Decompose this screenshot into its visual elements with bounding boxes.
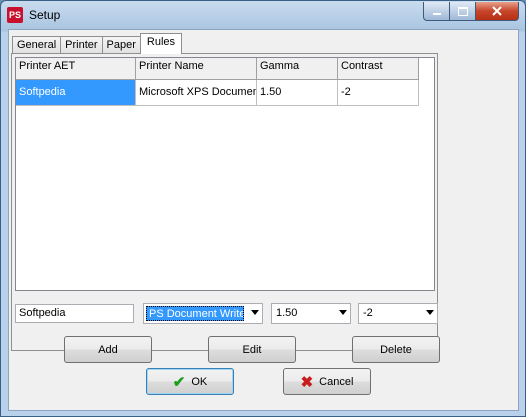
checkmark-icon: ✔ bbox=[172, 373, 186, 391]
chevron-down-icon bbox=[251, 310, 259, 315]
ok-button[interactable]: ✔ OK bbox=[146, 368, 234, 395]
ok-button-label: OK bbox=[191, 375, 208, 388]
chevron-down-icon bbox=[426, 310, 434, 315]
delete-button[interactable]: Delete bbox=[352, 336, 440, 363]
rules-grid[interactable]: Printer AET Printer Name Gamma Contrast … bbox=[15, 57, 435, 291]
maximize-icon bbox=[457, 6, 468, 16]
chevron-down-icon bbox=[339, 310, 347, 315]
setup-window: PS Setup General Printer Paper Rules Pri… bbox=[0, 0, 526, 417]
cancel-button[interactable]: ✖ Cancel bbox=[283, 368, 371, 395]
tab-paper[interactable]: Paper bbox=[101, 36, 141, 54]
cancel-button-label: Cancel bbox=[319, 375, 354, 388]
table-row[interactable]: Softpedia Microsoft XPS Document Writer … bbox=[16, 80, 434, 106]
cell-gamma[interactable]: 1.50 bbox=[257, 80, 338, 106]
cancel-x-icon: ✖ bbox=[300, 373, 314, 391]
cell-contrast[interactable]: -2 bbox=[338, 80, 419, 106]
cell-printer-name[interactable]: Microsoft XPS Document Writer bbox=[136, 80, 257, 106]
contrast-combo-value: -2 bbox=[363, 307, 373, 319]
cell-printer-aet[interactable]: Softpedia bbox=[16, 80, 136, 106]
tab-strip: General Printer Paper Rules bbox=[12, 33, 183, 54]
window-title: Setup bbox=[29, 8, 61, 22]
rules-panel: Printer AET Printer Name Gamma Contrast … bbox=[11, 53, 440, 363]
tab-printer[interactable]: Printer bbox=[60, 36, 103, 54]
column-header-gamma[interactable]: Gamma bbox=[257, 58, 338, 80]
column-header-contrast[interactable]: Contrast bbox=[338, 58, 419, 80]
gamma-combo[interactable]: 1.50 bbox=[271, 303, 351, 324]
dialog-client-area: General Printer Paper Rules Printer AET … bbox=[8, 29, 519, 411]
gamma-combo-value: 1.50 bbox=[276, 307, 298, 319]
minimize-button[interactable] bbox=[423, 2, 450, 21]
printer-name-combo-value: PS Document Writer bbox=[146, 306, 244, 321]
close-icon bbox=[492, 6, 502, 16]
column-header-printer-aet[interactable]: Printer AET bbox=[16, 58, 136, 80]
grid-header: Printer AET Printer Name Gamma Contrast bbox=[16, 58, 434, 80]
minimize-icon bbox=[432, 13, 441, 15]
add-button[interactable]: Add bbox=[64, 336, 152, 363]
maximize-button[interactable] bbox=[450, 2, 476, 21]
edit-button[interactable]: Edit bbox=[208, 336, 296, 363]
close-button[interactable] bbox=[476, 2, 519, 21]
printer-name-combo[interactable]: PS Document Writer bbox=[143, 303, 263, 324]
caption-buttons bbox=[423, 2, 519, 21]
tab-rules[interactable]: Rules bbox=[139, 33, 183, 54]
printer-aet-input[interactable]: Softpedia bbox=[15, 304, 134, 323]
contrast-combo[interactable]: -2 bbox=[358, 303, 438, 324]
tab-general[interactable]: General bbox=[12, 36, 62, 54]
title-bar[interactable]: PS Setup bbox=[1, 1, 525, 29]
app-icon: PS bbox=[7, 7, 23, 23]
column-header-printer-name[interactable]: Printer Name bbox=[136, 58, 257, 80]
